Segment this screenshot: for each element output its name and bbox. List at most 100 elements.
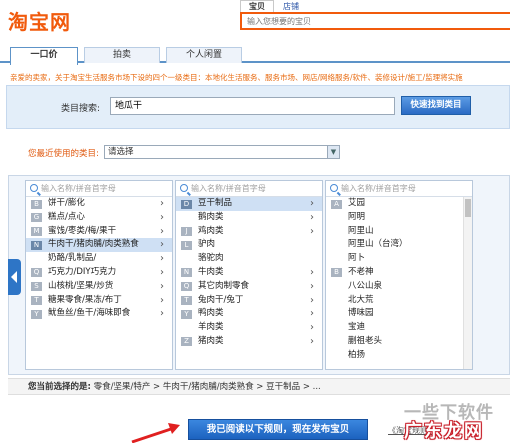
confirm-publish-button[interactable]: 我已阅读以下规则，现在发布宝贝 [188,419,368,440]
category-item[interactable]: A 艾园 [326,197,472,211]
category-item-label: 阿明 [348,211,366,222]
category-search-input[interactable]: 地瓜干 [110,97,395,115]
category-column-level2: 输入名称/拼音首字母 D 豆干制品 › 鹅肉类 › J 鸡肉类 › L 驴肉骆驼肉 N 牛肉类 › Q 其它… [175,180,323,370]
column-filter-input[interactable]: 输入名称/拼音首字母 [26,181,172,197]
category-item-label: 糕点/点心 [48,211,85,222]
category-item[interactable]: 阿里山（台湾） [326,238,472,252]
index-letter-badge: M [31,227,42,237]
category-item[interactable]: 奶酪/乳制品/ › [26,252,172,266]
site-header: 淘宝网 宝贝 店铺 [0,0,510,44]
chevron-right-icon: › [310,322,314,334]
category-item[interactable]: 鹅肉类 › [176,211,322,225]
category-item[interactable]: L 驴肉 [176,238,322,252]
index-letter-badge: S [31,282,42,292]
chevron-right-icon: › [160,308,164,320]
category-item[interactable]: 博味园 [326,307,472,321]
chevron-right-icon: › [310,266,314,278]
search-icon [180,184,188,192]
category-item[interactable]: B 饼干/膨化 › [26,197,172,211]
category-item[interactable]: 阿明 [326,211,472,225]
category-item[interactable]: S 山核桃/坚果/炒货 › [26,280,172,294]
category-item-label: 猪肉类 [198,335,224,346]
category-column-brand: 输入名称/拼音首字母 A 艾园 阿明阿里山 阿里山（台湾） 阿卜 B 不老神八公山泉北大荒博… [325,180,473,370]
category-item[interactable]: Z 猪肉类 › [176,335,322,349]
category-search-bar: 类目搜索: 地瓜干 快速找到类目 [6,85,510,129]
category-item[interactable]: 宝迪 [326,321,472,335]
recent-select-value: 请选择 [108,147,134,157]
tab-fixed-price[interactable]: 一口价 [10,47,78,65]
category-item[interactable]: Q 其它肉制零食 › [176,280,322,294]
category-item-label: 蒯祖老头 [348,335,383,346]
category-item[interactable]: Q 巧克力/DIY巧克力 › [26,266,172,280]
category-item-label: 阿卜 [348,253,366,264]
category-item-label: 糖果零食/果冻/布丁 [48,294,122,305]
index-letter-badge: Q [31,268,42,278]
chevron-right-icon: › [160,253,164,265]
index-letter-badge: J [181,227,192,237]
scroll-left-arrow-icon[interactable] [8,259,21,295]
seller-notice: 亲爱的卖家，关于淘宝生活服务市场下设的四个一级类目：本地化生活服务、服务市场、网… [10,73,463,82]
index-letter-badge: D [181,199,192,209]
category-item[interactable]: 柏扬 [326,349,472,363]
category-item[interactable]: Y 鱿鱼丝/鱼干/海味即食 › [26,307,172,321]
category-item-label: 蜜饯/枣类/梅/果干 [48,225,117,236]
site-search-input[interactable] [242,14,510,28]
category-item-label: 巧克力/DIY巧克力 [48,266,117,277]
index-letter-badge: Z [181,337,192,347]
index-letter-badge: B [331,268,342,278]
category-item[interactable]: D 豆干制品 › [176,197,322,211]
category-item[interactable]: M 蜜饯/枣类/梅/果干 › [26,225,172,239]
red-annotation-arrow-icon [131,423,180,443]
find-category-button[interactable]: 快速找到类目 [401,96,471,115]
category-item[interactable]: Y 鸭肉类 › [176,307,322,321]
category-item-label: 八公山泉 [348,280,383,291]
category-item[interactable]: 八公山泉 [326,280,472,294]
search-icon [330,184,338,192]
category-item[interactable]: 北大荒 [326,294,472,308]
category-item-label: 北大荒 [348,294,374,305]
chevron-right-icon: › [310,198,314,209]
category-search-label: 类目搜索: [61,104,101,114]
category-item-label: 骆驼肉 [198,253,224,264]
index-letter-badge: L [181,240,192,250]
category-item[interactable]: J 鸡肉类 › [176,225,322,239]
index-letter-badge: T [181,296,192,306]
index-letter-badge: Y [181,309,192,319]
category-item[interactable]: 蒯祖老头 [326,335,472,349]
category-browser: 输入名称/拼音首字母 B 饼干/膨化 › G 糕点/点心 › M 蜜饯/枣类/梅/果干 › N 牛肉… [8,175,510,375]
column-filter-input[interactable]: 输入名称/拼音首字母 [176,181,322,197]
category-item[interactable]: 羊肉类 › [176,321,322,335]
category-item[interactable]: B 不老神 [326,266,472,280]
category-item-label: 兔肉干/兔丁 [198,294,244,305]
category-item-label: 豆干制品 [198,198,233,208]
search-icon [30,184,38,192]
category-item[interactable]: T 兔肉干/兔丁 › [176,294,322,308]
tab-personal-idle[interactable]: 个人闲置 [166,47,242,63]
category-item-label: 鸡肉类 [198,225,224,236]
category-item-label: 不老神 [348,266,374,277]
category-item-label: 鸭肉类 [198,308,224,319]
category-item-label: 饼干/膨化 [48,198,85,208]
category-item[interactable]: T 糖果零食/果冻/布丁 › [26,294,172,308]
chevron-right-icon: › [160,211,164,223]
index-letter-badge: G [31,213,42,223]
category-item[interactable]: N 牛肉干/猪肉脯/肉类熟食 › [26,238,172,253]
category-item-label: 驴肉 [198,239,216,250]
taobao-logo[interactable]: 淘宝网 [8,6,71,35]
category-item-label: 牛肉干/猪肉脯/肉类熟食 [48,239,139,250]
chevron-right-icon: › [160,225,164,237]
recent-categories-label: 您最近使用的类目: [28,149,99,159]
index-letter-badge: Q [181,282,192,292]
recent-categories-select[interactable]: 请选择 ▼ [104,145,340,159]
column-filter-input[interactable]: 输入名称/拼音首字母 [326,181,472,197]
watermark-main-text: 广东龙网 [404,421,484,442]
tab-auction[interactable]: 拍卖 [84,47,160,63]
category-item[interactable]: G 糕点/点心 › [26,211,172,225]
category-item[interactable]: N 牛肉类 › [176,266,322,280]
category-item[interactable]: 阿里山 [326,225,472,239]
category-item[interactable]: 阿卜 [326,252,472,266]
listing-type-tabs: 一口价 拍卖 个人闲置 [0,44,510,65]
category-item[interactable]: 骆驼肉 [176,252,322,266]
chevron-right-icon: › [160,294,164,306]
category-item-label: 鱿鱼丝/鱼干/海味即食 [48,308,131,319]
